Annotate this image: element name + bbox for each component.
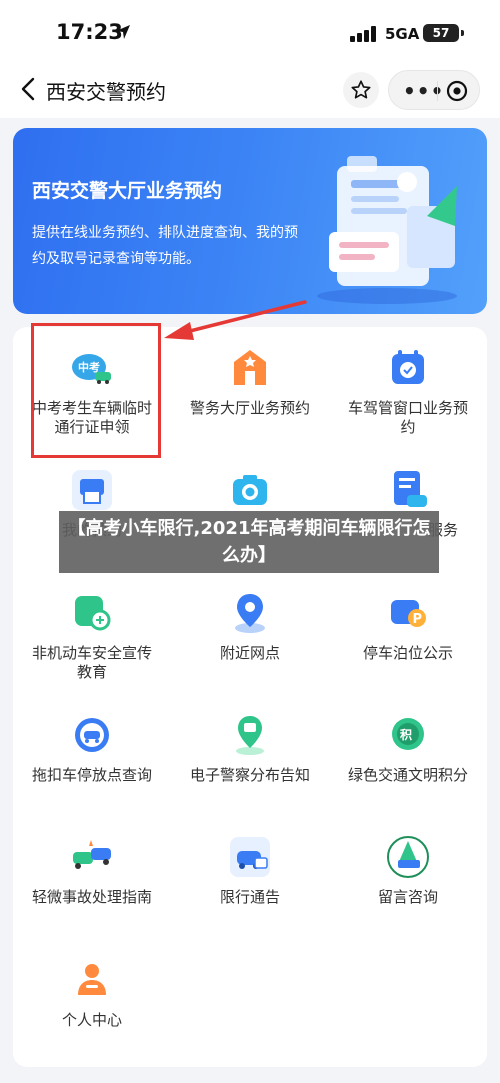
back-arrow-icon[interactable]: [14, 74, 44, 104]
banner-title: 西安交警大厅业务预约: [32, 180, 223, 202]
printer-icon: [69, 467, 115, 513]
police-hall-icon: [227, 345, 273, 391]
favorite-button[interactable]: [343, 72, 379, 108]
battery-tip: [461, 30, 464, 36]
red-arrow-icon: [164, 300, 307, 340]
grid-label: 留言咨询: [377, 888, 438, 906]
grid-label: 轻微事故处理指南: [31, 888, 152, 906]
points-icon: 积: [385, 712, 431, 758]
grid-label: 附近网点: [219, 644, 280, 662]
parking-icon: P: [385, 590, 431, 636]
grid-label: 警务大厅业务预约: [189, 399, 310, 417]
grid-label: 拖扣车停放点查询: [31, 766, 152, 784]
capsule-divider: [437, 81, 438, 101]
grid-label: 电子警察分布告知: [189, 766, 310, 784]
battery-icon: 57: [423, 24, 459, 42]
document-car-icon: [385, 467, 431, 513]
grid-label: 非机动车安全宣传教育: [31, 644, 152, 681]
grid-item-message-consult[interactable]: 留言咨询: [329, 834, 487, 907]
grid-item-ebike-education[interactable]: 非机动车安全宣传教育: [13, 590, 171, 682]
user-icon: [69, 957, 115, 1003]
grid-item-parking[interactable]: P 停车泊位公示: [329, 590, 487, 663]
nav-bar: 西安交警预约 •••: [0, 62, 500, 118]
tow-car-icon: [69, 712, 115, 758]
banner[interactable]: 西安交警大厅业务预约 提供在线业务预约、排队进度查询、我的预约及取号记录查询等功…: [13, 128, 487, 314]
signal-icon: [350, 26, 376, 42]
camera-icon: [227, 467, 273, 513]
grid-label: 个人中心: [61, 1011, 122, 1029]
miniapp-capsule: •••: [388, 70, 480, 110]
grid-item-accident-guide[interactable]: 轻微事故处理指南: [13, 834, 171, 907]
map-pin-icon: [227, 590, 273, 636]
police-camera-icon: [227, 712, 273, 758]
grid-item-tow-lot[interactable]: 拖扣车停放点查询: [13, 712, 171, 785]
grid-item-vehicle-window[interactable]: 车驾管窗口业务预约: [329, 345, 487, 437]
document-illustration-icon: [317, 156, 457, 304]
page-title: 西安交警预约: [46, 80, 166, 104]
accident-icon: [69, 834, 115, 880]
caption-overlay: 【高考小车限行,2021年高考期间车辆限行怎么办】: [59, 511, 439, 573]
grid-label: 限行通告: [219, 888, 280, 906]
star-icon: [351, 80, 371, 99]
grid-item-nearby-outlets[interactable]: 附近网点: [171, 590, 329, 663]
status-bar: 17:23 5GA 57: [0, 0, 500, 62]
ebike-icon: [69, 590, 115, 636]
svg-text:P: P: [413, 612, 423, 627]
grid-item-personal-center[interactable]: 个人中心: [13, 957, 171, 1030]
grid-item-e-police[interactable]: 电子警察分布告知: [171, 712, 329, 785]
banner-description: 提供在线业务预约、排队进度查询、我的预约及取号记录查询等功能。: [32, 225, 298, 267]
grid-label: 绿色交通文明积分: [347, 766, 468, 784]
svg-text:积: 积: [400, 727, 412, 742]
location-arrow-icon: [116, 25, 130, 39]
highlight-box: [31, 323, 161, 458]
more-icon[interactable]: •••: [403, 79, 444, 103]
calendar-check-icon: [385, 345, 431, 391]
network-type: 5GA: [385, 25, 420, 43]
message-logo-icon: [385, 834, 431, 880]
grid-item-green-points[interactable]: 积 绿色交通文明积分: [329, 712, 487, 785]
grid-label: 停车泊位公示: [362, 644, 453, 662]
close-target-icon[interactable]: [445, 79, 469, 103]
status-time: 17:23: [56, 20, 123, 44]
grid-item-restriction-notice[interactable]: 限行通告: [171, 834, 329, 907]
grid-item-police-hall[interactable]: 警务大厅业务预约: [171, 345, 329, 418]
restricted-car-icon: [227, 834, 273, 880]
grid-label: 车驾管窗口业务预约: [347, 399, 468, 436]
